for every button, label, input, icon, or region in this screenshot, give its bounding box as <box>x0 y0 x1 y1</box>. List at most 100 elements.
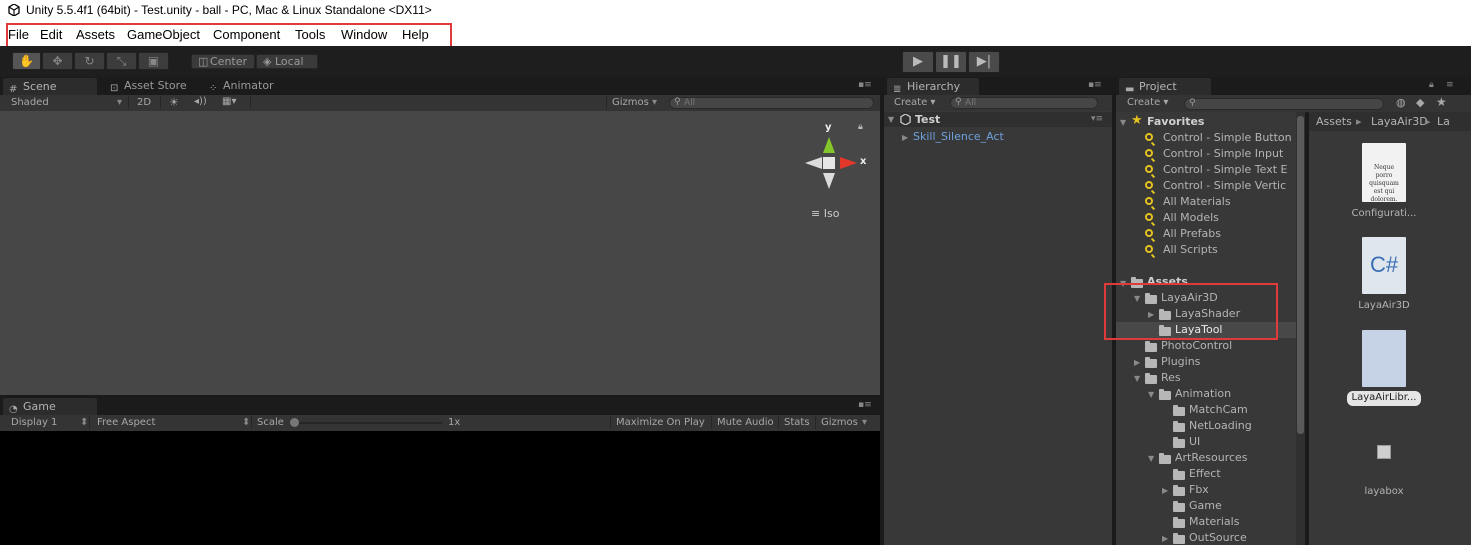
breadcrumb-assets[interactable]: Assets <box>1316 115 1352 128</box>
filter-by-type-icon[interactable]: ◍ <box>1396 96 1406 109</box>
collapsed-arrow-icon[interactable]: ▶ <box>1162 486 1168 495</box>
asset-label[interactable]: LayaAirLibr... <box>1347 392 1421 403</box>
rotate-tool-button[interactable]: ↻ <box>74 52 105 70</box>
audio-toggle-icon[interactable]: ◂)) <box>194 96 207 107</box>
project-folder-item[interactable]: Game <box>1189 499 1222 512</box>
scene-search-input[interactable]: All <box>669 97 874 109</box>
shading-mode-dropdown[interactable]: Shaded <box>11 97 49 108</box>
tree-scrollbar[interactable] <box>1296 112 1305 545</box>
favorite-item[interactable]: Control - Simple Button <box>1163 131 1292 144</box>
hand-tool-button[interactable]: ✋ <box>12 52 41 70</box>
hierarchy-create-dropdown[interactable]: Create ▾ <box>894 97 935 108</box>
panel-menu-icon[interactable]: ▪≡ <box>858 80 872 90</box>
expand-arrow-icon[interactable]: ▼ <box>888 115 894 124</box>
project-folder-item[interactable]: Effect <box>1189 467 1221 480</box>
scene-viewport[interactable]: y x 🔒︎ ≡ Iso <box>0 111 880 395</box>
lock-icon[interactable]: 🔒︎ <box>858 122 863 132</box>
saved-search-icon <box>1145 149 1153 157</box>
filter-by-label-icon[interactable]: ◆ <box>1416 96 1424 109</box>
folder-icon <box>1173 469 1185 480</box>
tab-animator[interactable]: ⁘ Animator <box>203 77 293 95</box>
display-dropdown[interactable]: Display 1 <box>11 417 57 428</box>
tab-game[interactable]: ◔ Game <box>2 397 98 415</box>
tab-hierarchy[interactable]: ≣ Hierarchy <box>886 77 980 95</box>
tab-scene[interactable]: # Scene <box>2 77 98 95</box>
stats-toggle[interactable]: Stats <box>784 417 810 428</box>
folder-icon <box>1173 501 1185 512</box>
local-space-icon: ◈ <box>263 55 272 68</box>
library-file-icon[interactable] <box>1362 330 1406 387</box>
collapsed-arrow-icon[interactable]: ▶ <box>1162 534 1168 543</box>
csharp-script-icon[interactable]: C# <box>1362 237 1406 294</box>
panel-menu-icon[interactable]: ▪≡ <box>858 400 872 410</box>
mute-audio-toggle[interactable]: Mute Audio <box>717 417 774 428</box>
space-toggle[interactable]: ◈ Local <box>256 54 318 69</box>
game-gizmos-dropdown[interactable]: Gizmos <box>821 417 858 428</box>
asset-label[interactable]: LayaAir3D <box>1349 300 1419 311</box>
tree-highlight-box <box>1104 283 1278 340</box>
divider <box>251 416 252 429</box>
move-tool-button[interactable]: ✥ <box>42 52 73 70</box>
project-folder-item[interactable]: Plugins <box>1161 355 1200 368</box>
project-folder-item[interactable]: Res <box>1161 371 1181 384</box>
project-search-input[interactable] <box>1184 98 1384 110</box>
collapsed-arrow-icon[interactable]: ▶ <box>1134 358 1140 367</box>
expand-arrow-icon[interactable]: ▼ <box>1134 374 1140 383</box>
expand-arrow-icon[interactable]: ▼ <box>1148 390 1154 399</box>
favorite-star-icon[interactable]: ★ <box>1436 95 1447 109</box>
projection-toggle[interactable]: ≡ Iso <box>811 207 839 220</box>
configuration-doc-icon[interactable]: Neque porro quisquam est qui dolorem. <box>1362 143 1406 203</box>
tab-project[interactable]: ▬ Project <box>1118 77 1212 95</box>
step-button[interactable]: ▶| <box>968 51 1000 73</box>
panel-menu-icon[interactable]: ▪≡ <box>1088 80 1102 90</box>
hierarchy-search-input[interactable]: All <box>950 97 1098 109</box>
project-folder-item[interactable]: Fbx <box>1189 483 1209 496</box>
aspect-dropdown[interactable]: Free Aspect <box>97 417 155 428</box>
panel-menu-icon[interactable]: ≡ <box>1446 80 1454 90</box>
pivot-toggle[interactable]: ◫ Center <box>191 54 255 69</box>
scale-slider[interactable] <box>294 422 442 424</box>
breadcrumb-layaair3d[interactable]: LayaAir3D <box>1371 115 1428 128</box>
project-folder-item[interactable]: OutSource <box>1189 531 1247 544</box>
favorite-item[interactable]: All Materials <box>1163 195 1231 208</box>
project-folder-item[interactable]: UI <box>1189 435 1200 448</box>
lighting-toggle-icon[interactable]: ☀ <box>169 96 179 109</box>
asset-label[interactable]: Configurati... <box>1349 208 1419 219</box>
tab-asset-store[interactable]: ⊡ Asset Store <box>104 77 200 95</box>
expand-arrow-icon[interactable]: ▼ <box>1148 454 1154 463</box>
favorite-item[interactable]: All Scripts <box>1163 243 1218 256</box>
tree-scrollbar-thumb[interactable] <box>1297 116 1304 434</box>
project-folder-item[interactable]: NetLoading <box>1189 419 1252 432</box>
project-lock-icon[interactable]: 🔒︎ <box>1429 80 1434 90</box>
hierarchy-item[interactable]: Skill_Silence_Act <box>913 130 1004 143</box>
divider <box>610 416 611 429</box>
unity-scene-icon <box>900 113 912 126</box>
2d-toggle[interactable]: 2D <box>137 97 151 108</box>
asset-label[interactable]: layabox <box>1349 486 1419 497</box>
project-folder-item[interactable]: PhotoControl <box>1161 339 1232 352</box>
project-folder-item[interactable]: MatchCam <box>1189 403 1248 416</box>
favorite-item[interactable]: Control - Simple Input <box>1163 147 1283 160</box>
effects-toggle-icon[interactable]: ▦▾ <box>222 96 236 107</box>
favorite-item[interactable]: All Models <box>1163 211 1219 224</box>
pause-button[interactable]: ❚❚ <box>935 51 967 73</box>
scene-menu-icon[interactable]: ▾≡ <box>1091 114 1103 124</box>
scene-gizmos-dropdown[interactable]: Gizmos <box>612 97 649 108</box>
favorite-item[interactable]: Control - Simple Text E <box>1163 163 1287 176</box>
project-create-dropdown[interactable]: Create ▾ <box>1127 97 1168 108</box>
favorite-item[interactable]: Control - Simple Vertic <box>1163 179 1286 192</box>
layabox-asset-icon[interactable] <box>1377 445 1391 459</box>
project-folder-item[interactable]: Animation <box>1175 387 1231 400</box>
project-folder-item[interactable]: ArtResources <box>1175 451 1248 464</box>
project-folder-item[interactable]: Materials <box>1189 515 1239 528</box>
breadcrumb-current[interactable]: La <box>1437 115 1450 128</box>
maximize-on-play-toggle[interactable]: Maximize On Play <box>616 417 705 428</box>
scale-tool-button[interactable]: ⤡ <box>106 52 137 70</box>
play-button[interactable]: ▶ <box>902 51 934 73</box>
rect-tool-button[interactable]: ▣ <box>138 52 169 70</box>
favorites-expand-arrow-icon[interactable]: ▼ <box>1120 118 1126 127</box>
scale-slider-handle[interactable] <box>290 418 299 427</box>
collapsed-arrow-icon[interactable]: ▶ <box>902 133 908 142</box>
favorite-item[interactable]: All Prefabs <box>1163 227 1221 240</box>
game-viewport[interactable] <box>0 431 880 545</box>
